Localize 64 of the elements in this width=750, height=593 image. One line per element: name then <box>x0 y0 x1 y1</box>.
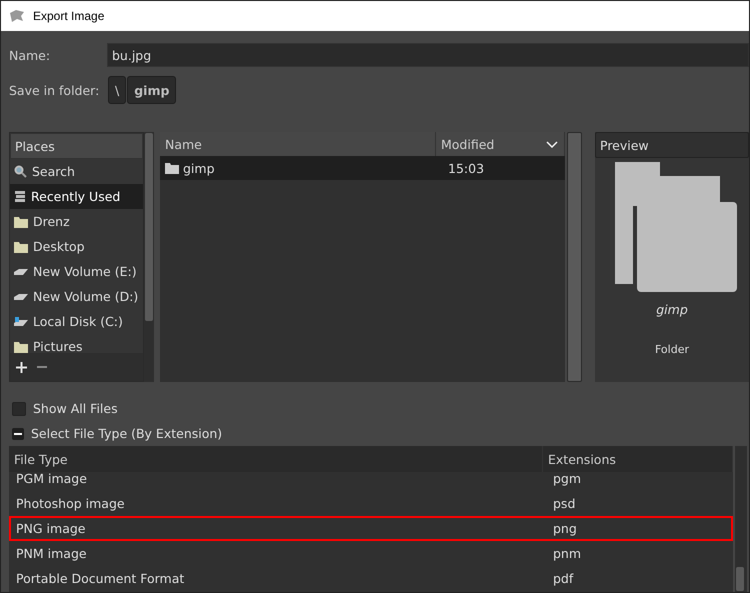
place-item[interactable]: Desktop <box>10 234 143 259</box>
file-name: gimp <box>183 160 215 176</box>
place-item[interactable]: Local Disk (C:) <box>10 309 143 334</box>
place-item[interactable]: Recently Used <box>10 184 143 209</box>
column-header: Places <box>10 133 143 159</box>
place-label: Desktop <box>33 239 85 254</box>
field-label: Save in folder: <box>9 82 100 98</box>
file-extension: png <box>553 521 577 536</box>
place-label: New Volume (E:) <box>33 264 137 279</box>
file-extension: pgm <box>553 471 582 486</box>
chevron-down-icon <box>546 140 558 148</box>
file-type-name: PNM image <box>16 546 87 561</box>
path-button[interactable]: \ <box>108 76 126 104</box>
modified-time: 15:03 <box>448 160 484 176</box>
folder-icon <box>14 240 28 252</box>
file-extension: pnm <box>553 546 582 561</box>
column-header[interactable]: File Type <box>9 446 543 472</box>
file-type-row[interactable]: PNM image pnm <box>9 541 733 566</box>
scrollbar[interactable] <box>735 446 747 592</box>
place-item[interactable]: Drenz <box>10 209 143 234</box>
preview-type: Folder <box>655 343 689 356</box>
folder-icon <box>14 216 28 228</box>
file-type-row[interactable]: PNG image png <box>9 516 733 541</box>
file-type-row[interactable]: Portable Document Format pdf <box>9 566 733 591</box>
place-label: Drenz <box>33 214 70 229</box>
stack-icon <box>14 190 26 203</box>
place-item[interactable]: New Volume (D:) <box>10 284 143 309</box>
field-label: Name: <box>9 48 52 62</box>
place-item[interactable]: New Volume (E:) <box>10 259 143 284</box>
expander-label: Select File Type (By Extension) <box>31 426 222 441</box>
file-row[interactable]: gimp 15:03 <box>160 156 565 180</box>
drive-icon <box>14 292 28 300</box>
preview-name: gimp <box>656 302 688 317</box>
place-label: New Volume (D:) <box>33 289 138 304</box>
collapse-icon[interactable] <box>12 428 24 440</box>
preview-header: Preview <box>595 132 749 158</box>
window-title: Export Image <box>33 9 104 23</box>
place-label: Search <box>32 164 75 179</box>
file-extension: psd <box>553 496 576 511</box>
path-button[interactable]: gimp <box>127 76 176 104</box>
checkbox[interactable] <box>12 402 26 416</box>
place-label: Recently Used <box>31 189 120 204</box>
scrollbar[interactable] <box>144 132 154 382</box>
column-header[interactable]: Extensions <box>543 446 733 472</box>
folder-icon <box>165 162 179 174</box>
file-type-name: PGM image <box>16 471 87 486</box>
app-icon <box>9 9 25 23</box>
drive-icon <box>14 268 28 276</box>
file-type-name: PNG image <box>16 521 86 536</box>
checkbox-label: Show All Files <box>33 401 118 416</box>
file-type-name: Portable Document Format <box>16 571 184 586</box>
place-item[interactable]: Search <box>10 159 143 184</box>
place-item[interactable]: Pictures <box>10 334 143 353</box>
scrollbar[interactable] <box>567 132 582 382</box>
place-label: Pictures <box>33 339 82 353</box>
remove-icon[interactable] <box>37 366 47 368</box>
file-type-name: Photoshop image <box>16 496 125 511</box>
place-label: Local Disk (C:) <box>33 314 123 329</box>
search-icon <box>14 165 27 178</box>
file-type-row[interactable]: Photoshop image psd <box>9 491 733 516</box>
name-field[interactable]: bu.jpg <box>107 43 749 67</box>
file-extension: pdf <box>553 571 574 586</box>
drive-icon <box>14 316 28 326</box>
add-icon[interactable] <box>16 362 27 372</box>
